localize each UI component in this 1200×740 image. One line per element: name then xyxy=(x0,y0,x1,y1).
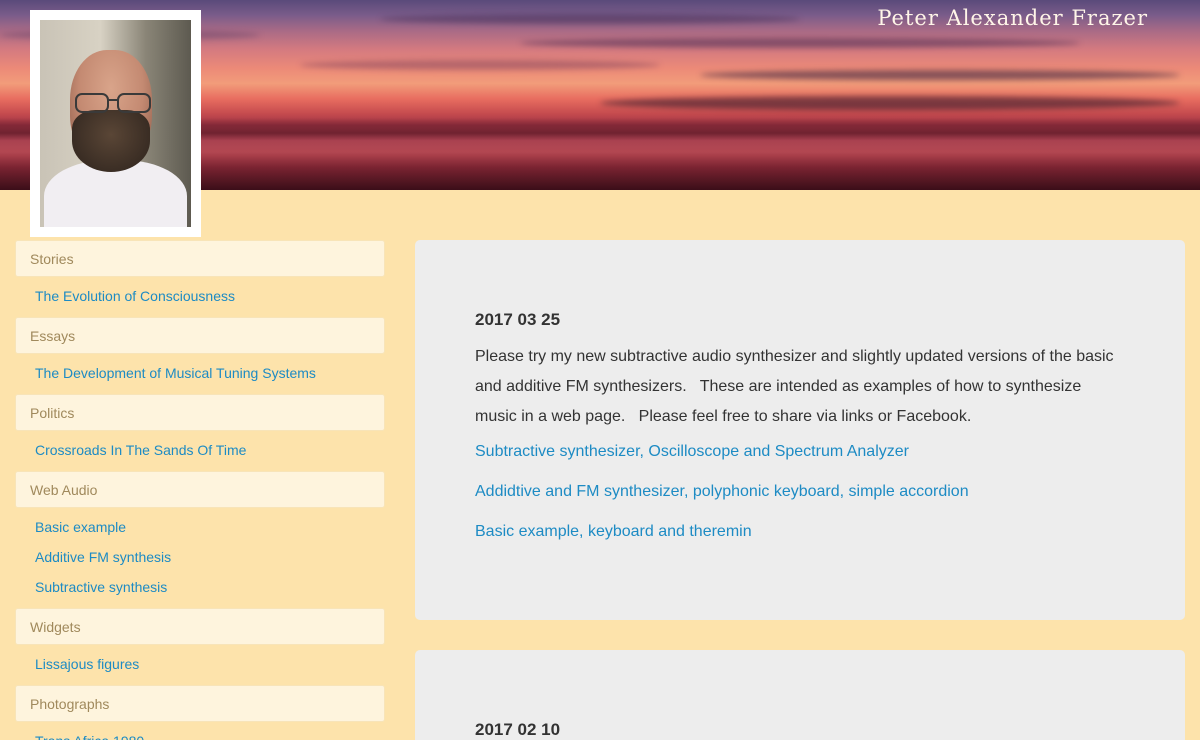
nav-category-stories[interactable]: Stories xyxy=(15,240,385,277)
nav-group-widgets: Widgets Lissajous figures xyxy=(15,608,385,679)
nav-link-evolution-of-consciousness[interactable]: The Evolution of Consciousness xyxy=(15,281,385,311)
post-card: 2017 03 25 Please try my new subtractive… xyxy=(415,240,1185,620)
nav-category-widgets[interactable]: Widgets xyxy=(15,608,385,645)
nav-link-trans-africa-1980[interactable]: Trans Africa 1980 xyxy=(15,726,385,740)
post-link-basic-example[interactable]: Basic example, keyboard and theremin xyxy=(475,522,1125,562)
nav-link-additive-fm-synthesis[interactable]: Additive FM synthesis xyxy=(15,542,385,572)
post-date: 2017 03 25 xyxy=(475,310,561,329)
sidebar-nav: Stories The Evolution of Consciousness E… xyxy=(15,240,385,740)
nav-group-stories: Stories The Evolution of Consciousness xyxy=(15,240,385,311)
nav-category-web-audio[interactable]: Web Audio xyxy=(15,471,385,508)
post-link-subtractive-synthesizer[interactable]: Subtractive synthesizer, Oscilloscope an… xyxy=(475,442,1125,482)
post-card: 2017 02 10 xyxy=(415,650,1185,740)
nav-category-photographs[interactable]: Photographs xyxy=(15,685,385,722)
nav-link-lissajous-figures[interactable]: Lissajous figures xyxy=(15,649,385,679)
post-body: Please try my new subtractive audio synt… xyxy=(475,348,1119,425)
nav-category-politics[interactable]: Politics xyxy=(15,394,385,431)
nav-group-essays: Essays The Development of Musical Tuning… xyxy=(15,317,385,388)
nav-group-web-audio: Web Audio Basic example Additive FM synt… xyxy=(15,471,385,602)
post-date: 2017 02 10 xyxy=(475,720,561,739)
nav-group-photographs: Photographs Trans Africa 1980 xyxy=(15,685,385,740)
post-link-additive-fm-synthesizer[interactable]: Addidtive and FM synthesizer, polyphonic… xyxy=(475,482,1125,522)
author-portrait xyxy=(30,10,201,237)
nav-link-basic-example[interactable]: Basic example xyxy=(15,512,385,542)
author-photo xyxy=(40,20,191,227)
site-title[interactable]: Peter Alexander Frazer xyxy=(877,6,1148,30)
nav-group-politics: Politics Crossroads In The Sands Of Time xyxy=(15,394,385,465)
nav-link-crossroads[interactable]: Crossroads In The Sands Of Time xyxy=(15,435,385,465)
nav-link-musical-tuning-systems[interactable]: The Development of Musical Tuning System… xyxy=(15,358,385,388)
nav-category-essays[interactable]: Essays xyxy=(15,317,385,354)
nav-link-subtractive-synthesis[interactable]: Subtractive synthesis xyxy=(15,572,385,602)
